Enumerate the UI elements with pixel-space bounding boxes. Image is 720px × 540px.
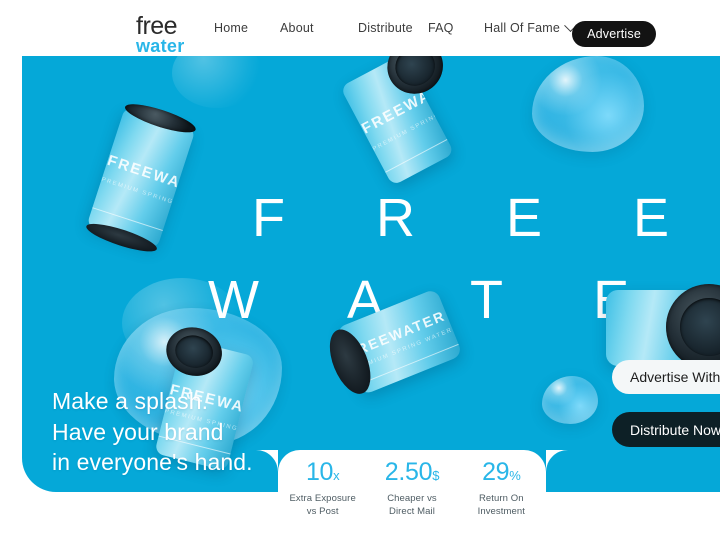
page-root: F R E E W A T E R FREEWATER PREMIUM SPRI… (0, 0, 720, 540)
stat-number: 29 (482, 458, 510, 486)
brand-logo[interactable]: free water (136, 14, 212, 56)
stat-value: 10x (278, 458, 367, 487)
stat-label-line2: vs Post (306, 506, 339, 518)
stat-label: Return On Investment (457, 492, 546, 520)
advertise-with-us-button[interactable]: Advertise With Us (612, 360, 720, 394)
stat-label-line1: Cheaper vs (387, 492, 437, 504)
stat-item: 10x Extra Exposure vs Post (278, 458, 367, 540)
stat-item: 2.50$ Cheaper vs Direct Mail (367, 458, 456, 540)
headline-line-2: Have your brand (52, 418, 224, 445)
stat-number: 2.50 (384, 458, 433, 486)
nav-link-distribute[interactable]: Distribute (358, 21, 428, 35)
stat-value: 2.50$ (367, 458, 456, 487)
stats-flare-left (256, 450, 278, 472)
nav-link-faq[interactable]: FAQ (428, 21, 484, 35)
stat-unit: x (333, 468, 340, 483)
stat-value: 29% (457, 458, 546, 487)
stat-label-line1: Return On (478, 492, 524, 504)
product-can-image: FREEWATER PREMIUM SPRING WATER (70, 93, 219, 265)
top-nav: free water Home About Distribute FAQ Hal… (0, 0, 720, 56)
nav-link-hall-of-fame-label: Hall Of Fame (484, 21, 561, 35)
headline-line-1: Make a splash. (52, 388, 209, 414)
stat-label-line1: Extra Exposure (289, 492, 356, 504)
distribute-now-button[interactable]: Distribute Now (612, 412, 720, 447)
stats-bar: 10x Extra Exposure vs Post 2.50$ Cheaper… (256, 450, 568, 540)
stat-item: 29% Return On Investment (457, 458, 546, 540)
water-blob-decor (532, 56, 644, 152)
nav-link-about[interactable]: About (280, 21, 358, 35)
water-blob-decor (542, 376, 598, 424)
stat-label: Cheaper vs Direct Mail (367, 492, 456, 520)
stat-unit: % (509, 468, 521, 483)
stat-unit: $ (432, 468, 440, 483)
hero-headline: Make a splash. Have your brand in everyo… (52, 386, 253, 478)
stat-label-line2: Direct Mail (389, 506, 435, 518)
headline-line-3: in everyone's hand. (52, 449, 253, 476)
advertise-button[interactable]: Advertise (572, 21, 656, 47)
hero-wordmark-line1: F R E E (252, 188, 708, 248)
can-brand-text: FREEWATER (358, 89, 429, 138)
stat-label: Extra Exposure vs Post (278, 492, 367, 520)
nav-links: Home About Distribute FAQ Hall Of Fame (214, 0, 604, 56)
stat-label-line2: Investment (477, 506, 526, 518)
logo-text-water: water (136, 36, 185, 56)
stats-card: 10x Extra Exposure vs Post 2.50$ Cheaper… (278, 450, 546, 540)
nav-link-home[interactable]: Home (214, 21, 280, 35)
stat-number: 10 (305, 458, 334, 486)
stats-flare-right (546, 450, 568, 472)
